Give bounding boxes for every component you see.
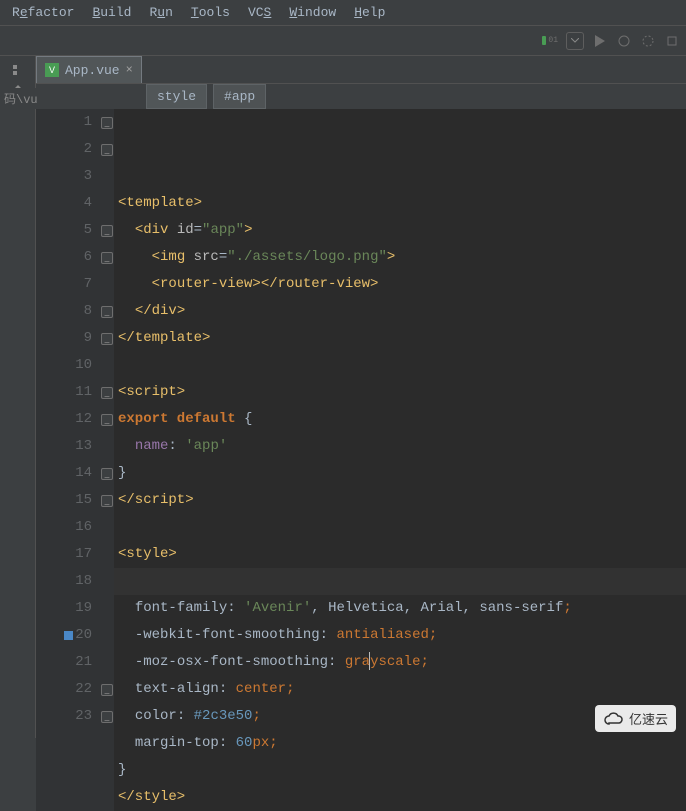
code-line[interactable]: </script> — [118, 487, 686, 514]
code-line[interactable]: } — [118, 757, 686, 784]
line-number[interactable]: 14 — [36, 460, 92, 487]
fold-handle[interactable] — [101, 468, 113, 480]
line-number[interactable]: 20 — [36, 622, 92, 649]
vue-file-icon: V — [45, 63, 59, 77]
more-icon[interactable] — [664, 33, 680, 49]
code-line[interactable]: -moz-osx-font-smoothing: grayscale; — [118, 649, 686, 676]
stop-icon[interactable] — [640, 33, 656, 49]
binary-icon[interactable]: 01 — [542, 33, 558, 49]
fold-gutter[interactable] — [100, 109, 114, 811]
line-number[interactable]: 18 — [36, 568, 92, 595]
line-number[interactable]: 8 — [36, 298, 92, 325]
toolbar: 01 — [0, 26, 686, 56]
line-number[interactable]: 7 — [36, 271, 92, 298]
fold-handle[interactable] — [101, 333, 113, 345]
code-line[interactable]: <div id="app"> — [118, 217, 686, 244]
fold-handle[interactable] — [101, 144, 113, 156]
line-number[interactable]: 9 — [36, 325, 92, 352]
project-tool-strip[interactable]: 码\vu — [0, 56, 36, 738]
menu-vcs[interactable]: VCS — [240, 3, 279, 22]
menu-refactor[interactable]: Refactor — [4, 3, 82, 22]
fold-handle[interactable] — [101, 684, 113, 696]
line-number[interactable]: 4 — [36, 190, 92, 217]
code-line[interactable]: <script> — [118, 379, 686, 406]
code-line[interactable]: } — [118, 460, 686, 487]
fold-handle[interactable] — [101, 306, 113, 318]
tab-app-vue[interactable]: V App.vue × — [36, 56, 142, 83]
code-line[interactable]: export default { — [118, 406, 686, 433]
line-number[interactable]: 17 — [36, 541, 92, 568]
run-icon[interactable] — [592, 33, 608, 49]
code-editor[interactable]: 1234567891011121314151617181920212223 <t… — [36, 109, 686, 811]
code-line[interactable]: name: 'app' — [118, 433, 686, 460]
line-number[interactable]: 3 — [36, 163, 92, 190]
code-line[interactable]: </style> — [118, 784, 686, 811]
collapse-icon[interactable] — [10, 62, 26, 78]
line-number[interactable]: 19 — [36, 595, 92, 622]
menu-tools[interactable]: Tools — [183, 3, 238, 22]
code-line[interactable]: -webkit-font-smoothing: antialiased; — [118, 622, 686, 649]
code-line[interactable]: </div> — [118, 298, 686, 325]
code-line[interactable]: text-align: center; — [118, 676, 686, 703]
line-number[interactable]: 10 — [36, 352, 92, 379]
line-number[interactable]: 21 — [36, 649, 92, 676]
fold-handle[interactable] — [101, 414, 113, 426]
line-number-gutter[interactable]: 1234567891011121314151617181920212223 — [36, 109, 100, 811]
line-number[interactable]: 22 — [36, 676, 92, 703]
menu-build[interactable]: Build — [84, 3, 139, 22]
fold-handle[interactable] — [101, 252, 113, 264]
project-path-fragment: 码\vu — [0, 88, 42, 109]
code-line[interactable]: <img src="./assets/logo.png"> — [118, 244, 686, 271]
line-number[interactable]: 23 — [36, 703, 92, 730]
cloud-icon — [603, 712, 625, 726]
menu-run[interactable]: Run — [141, 3, 180, 22]
fold-handle[interactable] — [101, 117, 113, 129]
main-menubar: Refactor Build Run Tools VCS Window Help — [0, 0, 686, 26]
tab-close-icon[interactable]: × — [126, 63, 133, 77]
line-number[interactable]: 13 — [36, 433, 92, 460]
line-number[interactable]: 5 — [36, 217, 92, 244]
fold-handle[interactable] — [101, 711, 113, 723]
line-number[interactable]: 2 — [36, 136, 92, 163]
line-number[interactable]: 12 — [36, 406, 92, 433]
breadcrumb-app-selector[interactable]: #app — [213, 84, 266, 109]
run-config-dropdown[interactable] — [566, 32, 584, 50]
code-line[interactable]: margin-top: 60px; — [118, 730, 686, 757]
line-number[interactable]: 16 — [36, 514, 92, 541]
breakpoint-marker[interactable] — [64, 631, 73, 640]
code-line[interactable]: </template> — [118, 325, 686, 352]
watermark-badge: 亿速云 — [595, 705, 676, 732]
code-line[interactable]: <template> — [118, 190, 686, 217]
line-number[interactable]: 1 — [36, 109, 92, 136]
code-line[interactable]: <router-view></router-view> — [118, 271, 686, 298]
code-line[interactable] — [118, 514, 686, 541]
code-line[interactable]: <style> — [118, 541, 686, 568]
menu-help[interactable]: Help — [346, 3, 393, 22]
fold-handle[interactable] — [101, 495, 113, 507]
breadcrumb: style #app — [36, 84, 686, 109]
fold-handle[interactable] — [101, 225, 113, 237]
fold-handle[interactable] — [101, 387, 113, 399]
breadcrumb-style[interactable]: style — [146, 84, 207, 109]
code-line[interactable] — [118, 352, 686, 379]
line-number[interactable]: 11 — [36, 379, 92, 406]
code-line[interactable]: font-family: 'Avenir', Helvetica, Arial,… — [118, 595, 686, 622]
debug-icon[interactable] — [616, 33, 632, 49]
menu-window[interactable]: Window — [281, 3, 344, 22]
editor-tabs: V App.vue × — [36, 56, 686, 84]
line-number[interactable]: 6 — [36, 244, 92, 271]
tab-filename: App.vue — [65, 63, 120, 78]
line-number[interactable]: 15 — [36, 487, 92, 514]
